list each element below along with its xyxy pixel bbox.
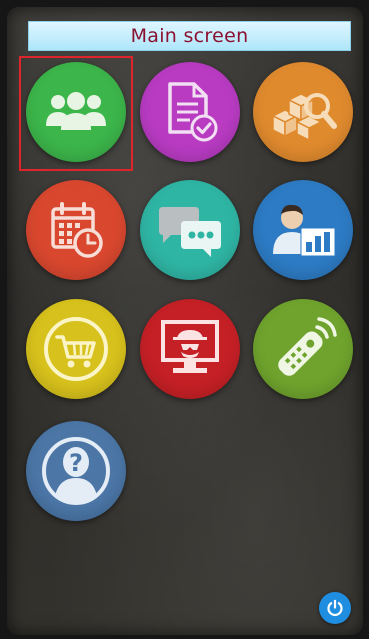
schedule-tile[interactable] bbox=[26, 180, 126, 280]
power-icon bbox=[327, 599, 343, 617]
shopping-cart-icon bbox=[44, 317, 108, 381]
shop-tile[interactable] bbox=[26, 299, 126, 399]
document-check-icon bbox=[168, 82, 218, 142]
users-tile[interactable] bbox=[26, 62, 126, 162]
documents-tile[interactable] bbox=[140, 62, 240, 162]
page-title: Main screen bbox=[130, 25, 249, 47]
calendar-clock-icon bbox=[51, 202, 103, 258]
inventory-search-tile[interactable] bbox=[253, 62, 353, 162]
power-button[interactable] bbox=[319, 592, 351, 624]
help-tile[interactable]: ? bbox=[26, 421, 126, 521]
user-reports-tile[interactable] bbox=[253, 180, 353, 280]
user-report-icon bbox=[273, 204, 336, 257]
box-search-icon bbox=[271, 93, 337, 142]
title-bar: Main screen bbox=[28, 21, 351, 51]
help-person-icon: ? bbox=[42, 437, 110, 505]
spy-monitor-icon bbox=[161, 320, 219, 373]
chat-bubbles-icon bbox=[159, 207, 221, 257]
surveillance-tile[interactable] bbox=[140, 299, 240, 399]
svg-text:?: ? bbox=[69, 449, 83, 477]
messages-tile[interactable] bbox=[140, 180, 240, 280]
remote-control-icon bbox=[278, 317, 337, 376]
remote-control-tile[interactable] bbox=[253, 299, 353, 399]
main-screen: Main screen ? bbox=[7, 7, 363, 635]
device-frame: Main screen ? bbox=[0, 0, 369, 639]
users-group-icon bbox=[46, 92, 106, 130]
